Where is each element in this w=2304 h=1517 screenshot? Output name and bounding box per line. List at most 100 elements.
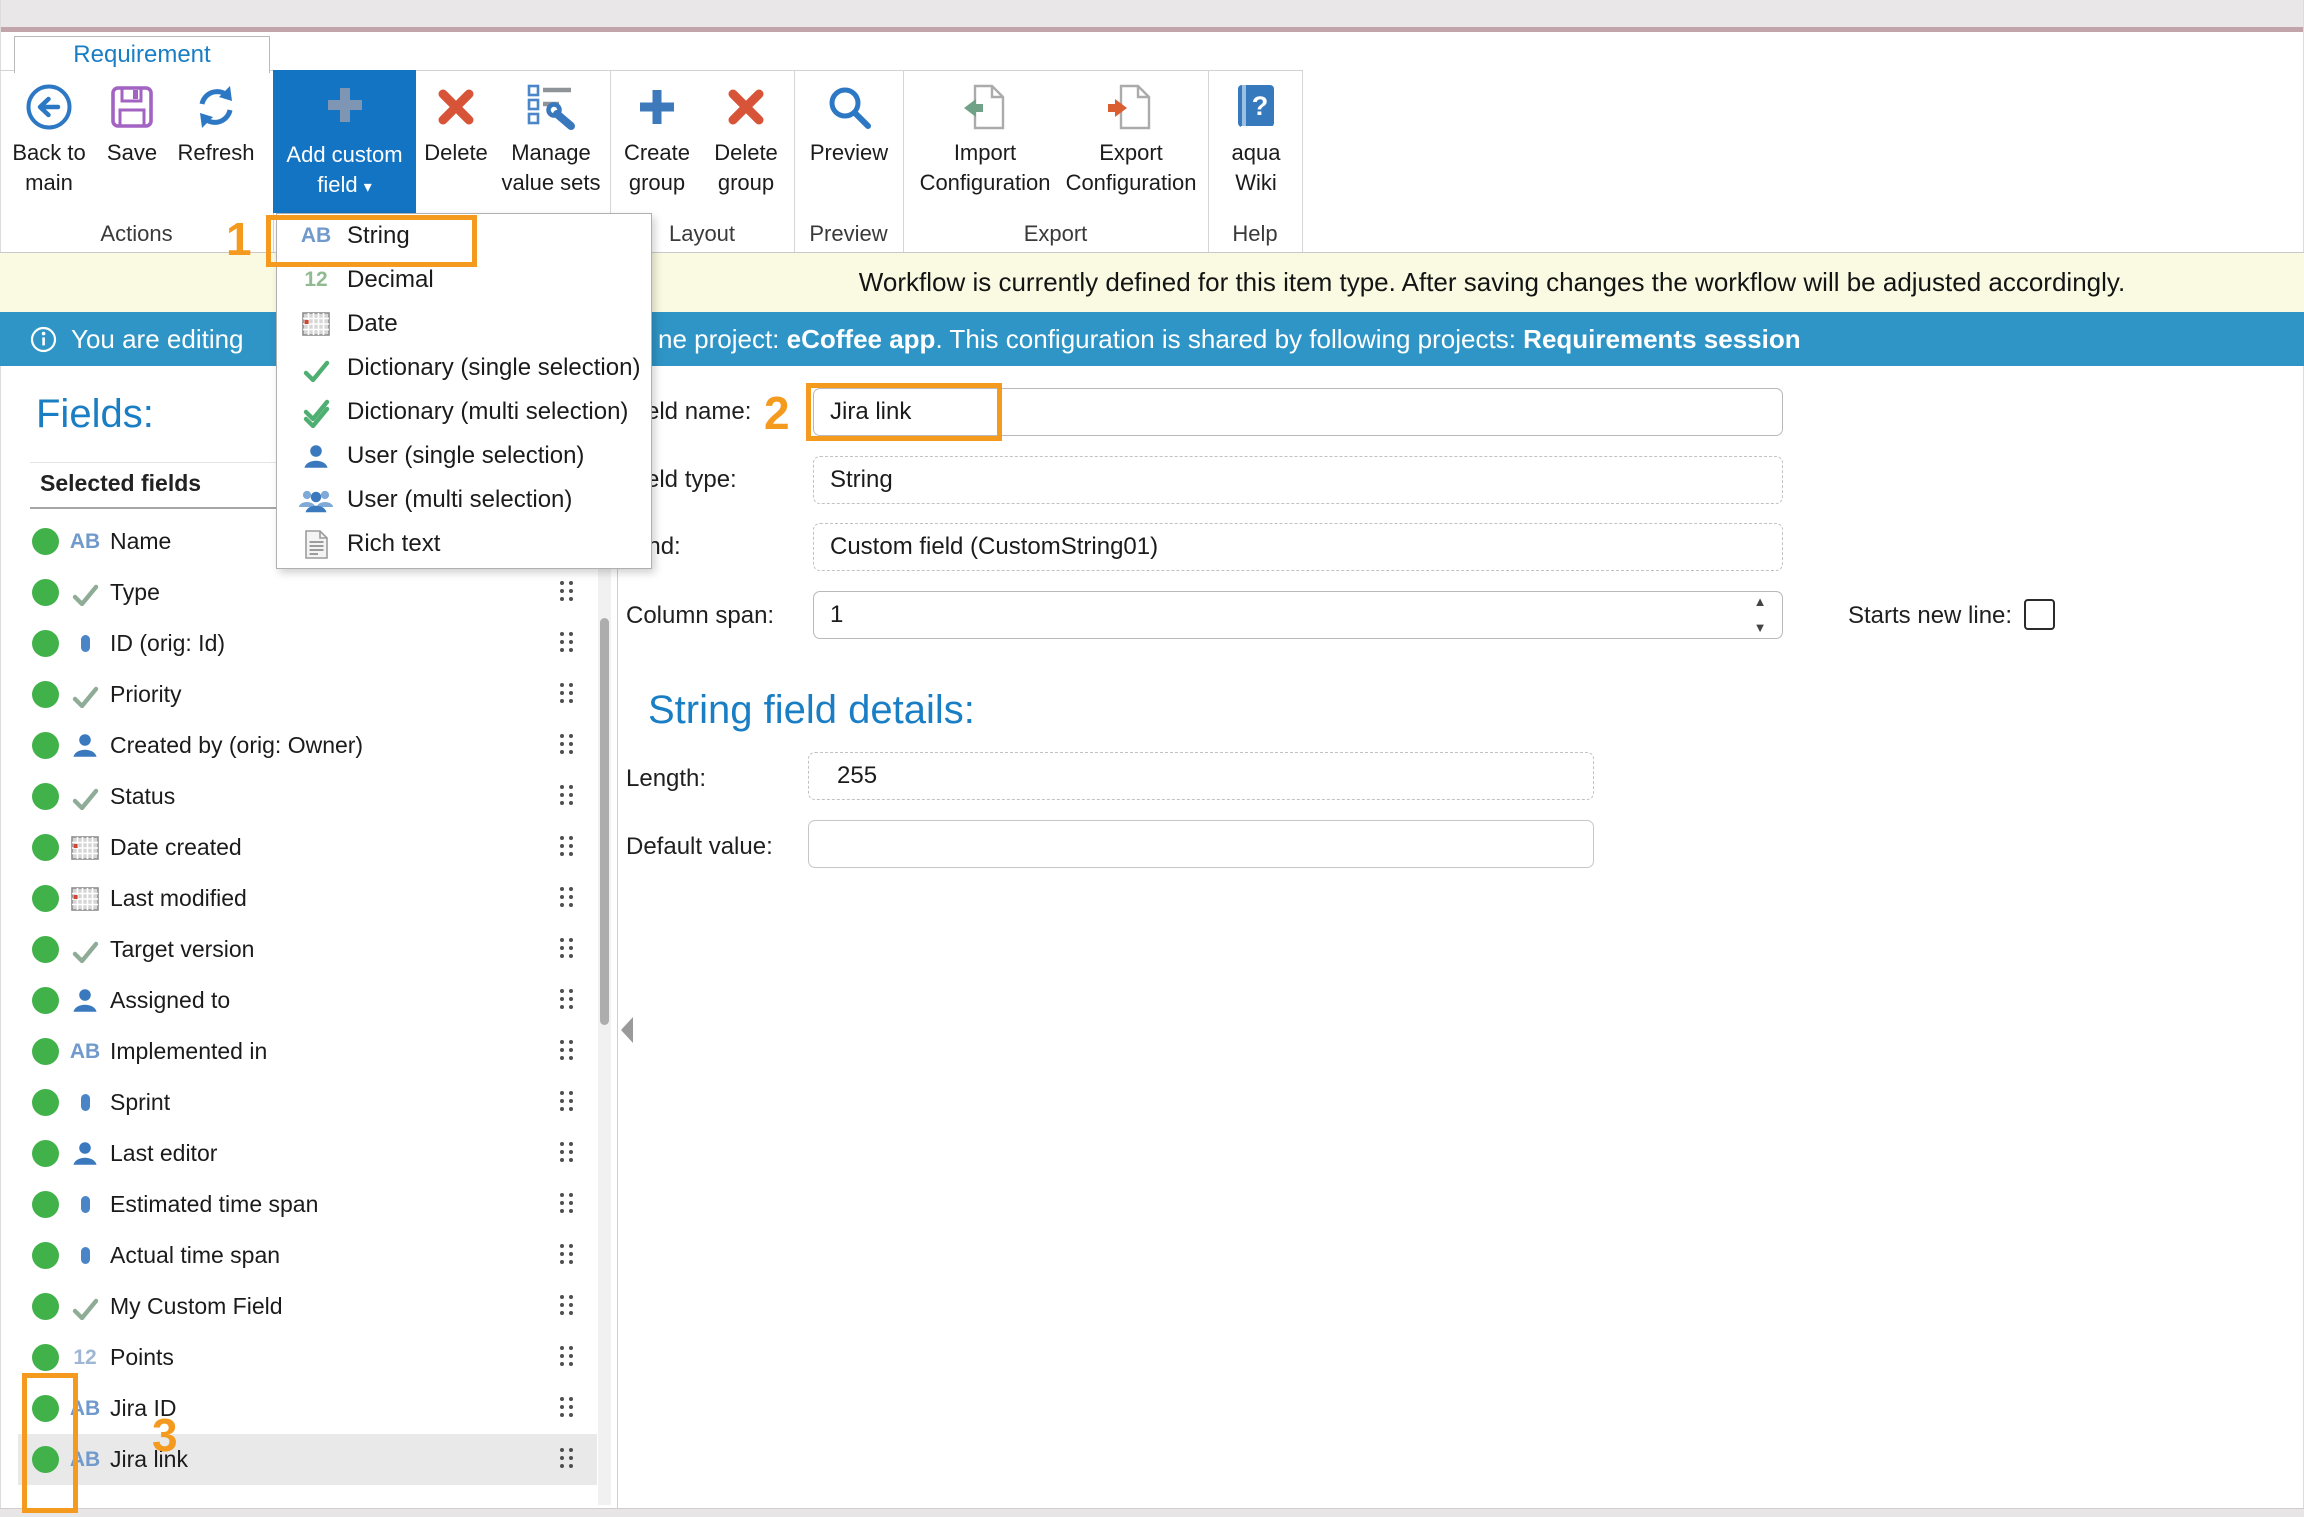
- field-row-label: Estimated time span: [110, 1179, 318, 1230]
- manage-value-sets-button[interactable]: Manage value sets: [496, 76, 606, 198]
- drag-handle[interactable]: [560, 938, 573, 958]
- menu-item-dictionary-single-selection[interactable]: Dictionary (single selection): [277, 346, 651, 390]
- drag-handle[interactable]: [560, 734, 573, 754]
- drag-handle[interactable]: [560, 581, 573, 601]
- field-enabled-dot: [32, 732, 59, 759]
- save-button[interactable]: Save: [98, 76, 166, 168]
- field-row-date-created[interactable]: Date created: [18, 822, 597, 873]
- field-row-estimated-time-span[interactable]: Estimated time span: [18, 1179, 597, 1230]
- drag-handle[interactable]: [560, 1448, 573, 1468]
- ribbon-group-export: Export: [903, 221, 1208, 247]
- field-row-implemented-in[interactable]: ABImplemented in: [18, 1026, 597, 1077]
- refresh-icon: [172, 76, 260, 138]
- fields-scrollbar-thumb[interactable]: [600, 618, 609, 1025]
- tab-requirement[interactable]: Requirement: [14, 36, 270, 73]
- number-icon: [66, 1230, 104, 1281]
- window-top-bar: [0, 0, 2304, 27]
- drag-handle[interactable]: [560, 887, 573, 907]
- field-enabled-dot: [32, 1293, 59, 1320]
- export-document-icon: [1058, 76, 1204, 138]
- preview-button[interactable]: Preview: [800, 76, 898, 168]
- user-single-icon: [297, 443, 335, 470]
- field-row-priority[interactable]: Priority: [18, 669, 597, 720]
- field-row-created-by-orig-owner[interactable]: Created by (orig: Owner): [18, 720, 597, 771]
- refresh-button[interactable]: Refresh: [172, 76, 260, 168]
- dict-icon: [66, 567, 104, 618]
- drag-handle[interactable]: [560, 1142, 573, 1162]
- starts-new-line-checkbox[interactable]: [2024, 599, 2055, 630]
- menu-item-user-single-selection[interactable]: User (single selection): [277, 434, 651, 478]
- drag-handle[interactable]: [560, 836, 573, 856]
- drag-handle[interactable]: [560, 1346, 573, 1366]
- project-name: eCoffee app: [787, 324, 936, 354]
- menu-item-user-multi-selection[interactable]: User (multi selection): [277, 478, 651, 522]
- drag-handle[interactable]: [560, 1091, 573, 1111]
- wiki-book-icon: ?: [1216, 76, 1296, 138]
- dict-single-icon: [297, 355, 335, 382]
- field-row-my-custom-field[interactable]: My Custom Field: [18, 1281, 597, 1332]
- field-row-last-editor[interactable]: Last editor: [18, 1128, 597, 1179]
- default-value-input[interactable]: [808, 820, 1594, 868]
- export-configuration-button[interactable]: Export Configuration: [1058, 76, 1204, 198]
- menu-item-rich-text[interactable]: Rich text: [277, 522, 651, 566]
- panel-collapse-arrow-icon[interactable]: [620, 1016, 633, 1049]
- field-row-points[interactable]: 12Points: [18, 1332, 597, 1383]
- field-row-label: ID (orig: Id): [110, 618, 225, 669]
- field-row-assigned-to[interactable]: Assigned to: [18, 975, 597, 1026]
- field-row-id-orig-id[interactable]: ID (orig: Id): [18, 618, 597, 669]
- field-row-jira-id[interactable]: ABJira ID: [18, 1383, 597, 1434]
- dict-icon: [66, 669, 104, 720]
- add-custom-field-label: Add custom field: [286, 142, 402, 197]
- field-row-status[interactable]: Status: [18, 771, 597, 822]
- create-group-plus-icon: [618, 76, 696, 138]
- field-row-label: Assigned to: [110, 975, 230, 1026]
- field-enabled-dot: [32, 885, 59, 912]
- drag-handle[interactable]: [560, 683, 573, 703]
- stepper-up-icon[interactable]: ▲: [1754, 595, 1767, 609]
- field-row-actual-time-span[interactable]: Actual time span: [18, 1230, 597, 1281]
- user-multi-icon: [297, 487, 335, 514]
- create-group-button[interactable]: Create group: [618, 76, 696, 198]
- import-configuration-button[interactable]: Import Configuration: [912, 76, 1058, 198]
- field-row-target-version[interactable]: Target version: [18, 924, 597, 975]
- drag-handle[interactable]: [560, 1295, 573, 1315]
- drag-handle[interactable]: [560, 1040, 573, 1060]
- add-custom-field-button[interactable]: Add custom field ▾: [273, 70, 416, 213]
- annotation-number-2: 2: [764, 386, 790, 440]
- field-row-sprint[interactable]: Sprint: [18, 1077, 597, 1128]
- field-row-jira-link[interactable]: ABJira link: [18, 1434, 597, 1485]
- drag-handle[interactable]: [560, 989, 573, 1009]
- date-icon: [66, 873, 104, 924]
- drag-handle[interactable]: [560, 1193, 573, 1213]
- number-icon: [66, 1179, 104, 1230]
- drag-handle[interactable]: [560, 1244, 573, 1264]
- delete-group-button[interactable]: Delete group: [706, 76, 786, 198]
- column-span-stepper[interactable]: 1 ▲ ▼: [813, 591, 1783, 639]
- delete-button[interactable]: Delete: [420, 76, 492, 168]
- field-row-label: Implemented in: [110, 1026, 267, 1077]
- menu-item-date[interactable]: Date: [277, 302, 651, 346]
- column-span-label: Column span:: [626, 602, 774, 630]
- user-icon: [66, 720, 104, 771]
- aqua-wiki-button[interactable]: ? aqua Wiki: [1216, 76, 1296, 198]
- string-field-details-title: String field details:: [648, 688, 975, 733]
- annotation-number-3: 3: [152, 1408, 178, 1462]
- tab-requirement-label: Requirement: [73, 41, 210, 69]
- string-icon: AB: [66, 516, 104, 567]
- field-enabled-dot: [32, 1242, 59, 1269]
- user-icon: [66, 1128, 104, 1179]
- back-to-main-button[interactable]: Back to main: [8, 76, 90, 198]
- menu-item-dictionary-multi-selection[interactable]: Dictionary (multi selection): [277, 390, 651, 434]
- drag-handle[interactable]: [560, 785, 573, 805]
- dict-icon: [66, 771, 104, 822]
- field-row-last-modified[interactable]: Last modified: [18, 873, 597, 924]
- date-icon: [297, 311, 335, 337]
- field-enabled-dot: [32, 630, 59, 657]
- drag-handle[interactable]: [560, 1397, 573, 1417]
- field-row-type[interactable]: Type: [18, 567, 597, 618]
- shared-project-name: Requirements session: [1523, 324, 1800, 354]
- stepper-down-icon[interactable]: ▼: [1754, 621, 1767, 635]
- window-accent-line: [0, 27, 2304, 32]
- drag-handle[interactable]: [560, 632, 573, 652]
- menu-item-label: User (multi selection): [347, 486, 572, 514]
